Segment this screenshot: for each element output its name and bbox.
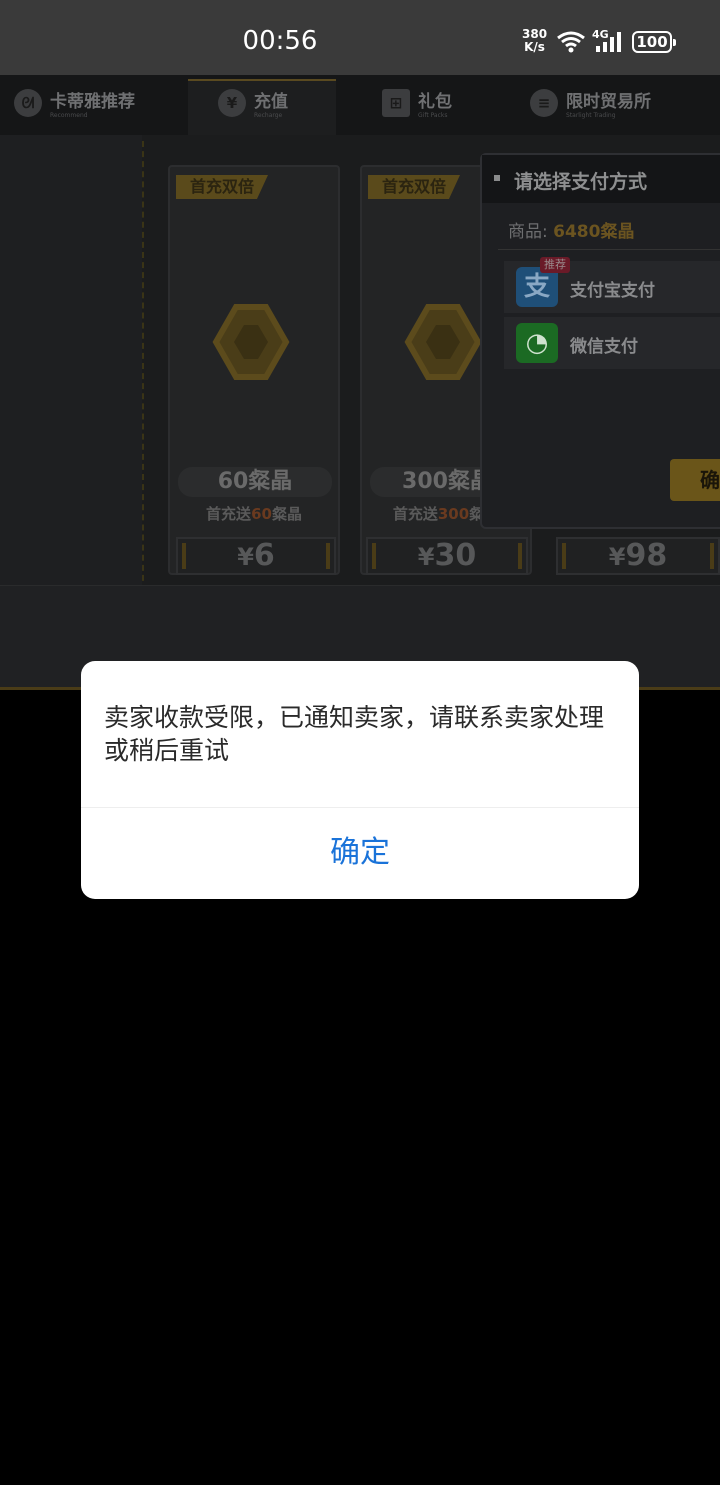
status-bar: 00:56 380 K/s 4G 100 [0,0,720,75]
tab-label: 卡蒂雅推荐 [50,92,135,112]
game-recharge-screen: ᘛ 卡蒂雅推荐 Recommend ¥ 充值 Recharge ⊞ 礼包 Gif… [0,75,720,690]
bonus-suffix: 粲晶 [271,505,302,523]
price-value: 30 [434,538,477,573]
gift-icon: ⊞ [382,89,410,117]
product-label: 商品: [508,222,554,242]
divider-line [142,141,144,591]
dialog-ok-button[interactable]: 确定 [81,808,639,899]
wechat-icon: ◔ [516,323,558,363]
bonus-value: 300 [437,505,470,523]
bonus-value: 60 [251,505,272,523]
payment-option-label: 支付宝支付 [570,281,655,301]
currency-symbol: ¥ [417,543,435,571]
price-button-98[interactable]: ¥98 [556,537,720,575]
price-button-6[interactable]: ¥6 [176,537,336,575]
price-value: 6 [253,538,275,573]
payment-option-label: 微信支付 [570,337,638,357]
wifi-icon [557,31,585,53]
currency-symbol: ¥ [237,543,254,571]
payment-confirm-button[interactable]: 确 [670,459,720,501]
recommend-tag: 推荐 [540,257,570,273]
dialog-message: 卖家收款受限，已通知卖家，请联系卖家处理或稍后重试 [104,703,605,765]
yen-icon: ¥ [218,89,246,117]
product-value: 6480粲晶 [553,222,635,242]
left-panel [0,135,142,610]
status-time: 00:56 [242,26,318,56]
recharge-card-60[interactable]: 首充双倍 60粲晶 首充送60粲晶 [168,165,340,575]
card-amount: 60粲晶 [178,467,332,497]
bullet-icon [494,175,500,181]
net-speed: 380 K/s [522,28,547,54]
first-recharge-badge: 首充双倍 [176,175,268,199]
tab-label: 礼包 [418,92,452,112]
wechat-pay-option[interactable]: ◔ 微信支付 [504,317,720,369]
payment-panel-title: 请选择支付方式 [514,171,648,193]
payment-panel-header: 请选择支付方式 [482,155,720,203]
bonus-prefix: 首充送 [206,505,252,523]
payment-method-panel: 请选择支付方式 商品: 6480粲晶 支 推荐 支付宝支付 ◔ 微信支付 确 [480,153,720,529]
card-bonus: 首充送60粲晶 [170,503,338,524]
game-tab-bar: ᘛ 卡蒂雅推荐 Recommend ¥ 充值 Recharge ⊞ 礼包 Gif… [0,75,720,135]
tab-sub-label: Gift Packs [418,112,448,119]
tab-sub-label: Recharge [254,112,283,119]
tab-sub-label: Recommend [50,112,88,119]
separator [498,249,720,250]
first-recharge-badge: 首充双倍 [368,175,460,199]
battery-icon: 100 [632,31,676,53]
bunny-icon: ᘛ [14,89,42,117]
price-value: 98 [625,538,668,573]
tab-label: 限时贸易所 [566,92,651,112]
trade-icon: ≡ [530,89,558,117]
crystal-icon [212,304,290,380]
currency-symbol: ¥ [608,543,626,571]
bonus-prefix: 首充送 [392,505,438,523]
product-line: 商品: 6480粲晶 [508,217,634,242]
price-button-30[interactable]: ¥30 [366,537,528,575]
tab-label: 充值 [254,92,288,112]
tab-sub-label: Starlight Trading [566,112,616,119]
alipay-option[interactable]: 支 推荐 支付宝支付 [504,257,720,313]
alipay-icon: 支 [516,267,558,307]
net-speed-unit: K/s [524,40,545,54]
payment-error-dialog: 卖家收款受限，已通知卖家，请联系卖家处理或稍后重试 确定 [81,661,639,899]
